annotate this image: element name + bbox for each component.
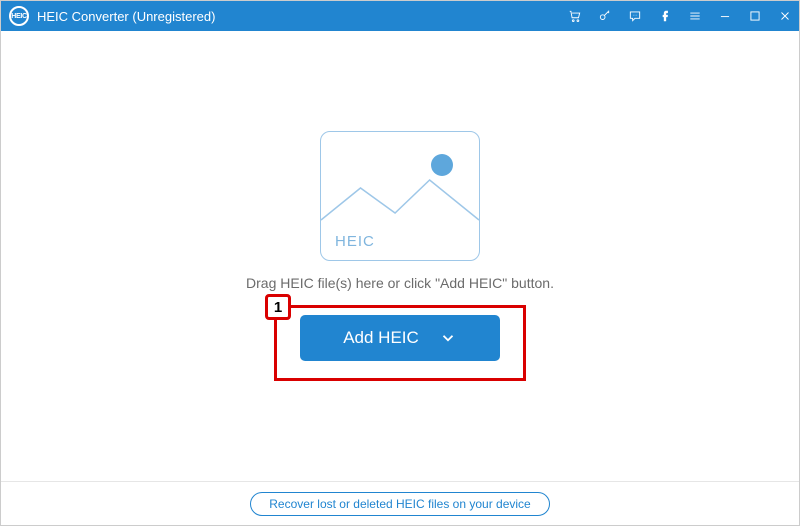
facebook-icon[interactable]: [657, 8, 673, 24]
drop-instruction-text: Drag HEIC file(s) here or click "Add HEI…: [246, 275, 554, 291]
drop-zone[interactable]: HEIC Drag HEIC file(s) here or click "Ad…: [1, 31, 799, 481]
key-icon[interactable]: [597, 8, 613, 24]
titlebar-actions: [567, 8, 793, 24]
close-icon[interactable]: [777, 8, 793, 24]
chevron-down-icon: [439, 329, 457, 347]
menu-icon[interactable]: [687, 8, 703, 24]
cart-icon[interactable]: [567, 8, 583, 24]
add-heic-button[interactable]: Add HEIC: [300, 315, 500, 361]
annotation-number: 1: [265, 294, 291, 320]
maximize-icon[interactable]: [747, 8, 763, 24]
app-logo-icon: HEIC: [9, 6, 29, 26]
footer: Recover lost or deleted HEIC files on yo…: [1, 481, 799, 525]
minimize-icon[interactable]: [717, 8, 733, 24]
titlebar: HEIC HEIC Converter (Unregistered): [1, 1, 799, 31]
feedback-icon[interactable]: [627, 8, 643, 24]
placeholder-label: HEIC: [335, 233, 375, 250]
app-window: HEIC HEIC Converter (Unregistered): [0, 0, 800, 526]
add-button-area: 1 Add HEIC: [274, 305, 526, 381]
recover-link[interactable]: Recover lost or deleted HEIC files on yo…: [250, 492, 549, 516]
app-title: HEIC Converter (Unregistered): [37, 9, 215, 24]
add-heic-button-label: Add HEIC: [343, 328, 419, 348]
image-placeholder-icon: HEIC: [320, 131, 480, 261]
